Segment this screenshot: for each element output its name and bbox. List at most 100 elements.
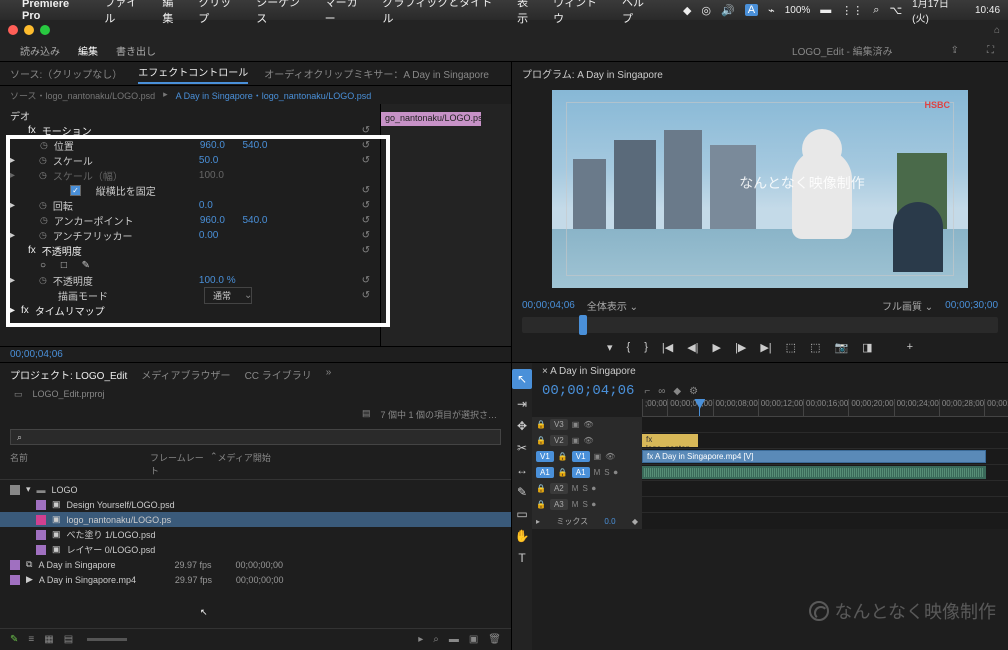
program-timecode-left[interactable]: 00;00;04;06 xyxy=(522,300,575,311)
quality-dropdown[interactable]: フル画質 ⌄ xyxy=(882,298,933,313)
position-x[interactable]: 960.0 xyxy=(200,140,225,151)
stopwatch-icon[interactable]: ◷ xyxy=(39,200,47,211)
track-toggle-icon[interactable]: ▣ xyxy=(572,436,580,445)
mask-pen-icon[interactable]: ✎ xyxy=(82,260,90,271)
step-back-icon[interactable]: ◀| xyxy=(687,341,698,354)
clip-video[interactable]: fx A Day in Singapore.mp4 [V] xyxy=(642,450,986,463)
clip-logo[interactable]: fx logo_nanton xyxy=(642,434,698,447)
tab-media-browser[interactable]: メディアブラウザー xyxy=(141,367,230,381)
opacity-value[interactable]: 100.0 % xyxy=(199,275,236,286)
app-name[interactable]: Premiere Pro xyxy=(22,0,90,22)
home-icon[interactable]: ⌂ xyxy=(994,25,1000,36)
anchor-x[interactable]: 960.0 xyxy=(200,215,225,226)
track-lock-icon[interactable]: 🔒 xyxy=(536,484,546,493)
track-v3[interactable]: V3 xyxy=(550,419,568,430)
track-select-tool-icon[interactable]: ⇥ xyxy=(517,397,527,411)
filter-icon[interactable]: ▤ xyxy=(362,408,371,421)
tab-audio-mixer[interactable]: オーディオクリップミキサー：A Day in Singapore xyxy=(264,66,489,81)
stopwatch-icon[interactable]: ◷ xyxy=(40,140,48,151)
expand-icon[interactable]: ▸ xyxy=(536,517,540,526)
input-method-icon[interactable]: A xyxy=(745,4,758,16)
solo-icon[interactable]: S xyxy=(604,468,609,477)
project-item[interactable]: レイヤー 0/LOGO.psd xyxy=(67,543,197,556)
eye-icon[interactable]: 👁 xyxy=(583,420,593,429)
menu-help[interactable]: ヘルプ xyxy=(622,0,655,26)
linked-selection-icon[interactable]: ∞ xyxy=(658,386,665,397)
uniform-scale-checkbox[interactable]: ✓ xyxy=(70,185,81,196)
clip-audio[interactable] xyxy=(642,466,986,479)
ripple-edit-tool-icon[interactable]: ✥ xyxy=(517,419,527,433)
new-item-icon[interactable]: ▣ xyxy=(469,634,478,645)
reset-icon[interactable]: ↺ xyxy=(362,140,370,151)
cloud-icon[interactable]: ◆ xyxy=(683,4,691,17)
bluetooth-icon[interactable]: ⌁ xyxy=(768,4,775,17)
source-a1[interactable]: A1 xyxy=(536,467,554,478)
trash-icon[interactable]: 🗑 xyxy=(488,634,501,645)
hand-tool-icon[interactable]: ✋ xyxy=(515,529,530,543)
add-marker-icon[interactable]: ▾ xyxy=(607,341,613,354)
mute-icon[interactable]: M xyxy=(594,468,601,477)
mask-circle-icon[interactable]: ○ xyxy=(40,260,46,271)
track-toggle-icon[interactable]: ▣ xyxy=(572,420,580,429)
reset-icon[interactable]: ↺ xyxy=(362,275,370,286)
track-a1[interactable]: A1 xyxy=(572,467,590,478)
find-icon[interactable]: ⌕ xyxy=(433,634,439,645)
program-scrubber[interactable] xyxy=(522,317,998,333)
stopwatch-icon[interactable]: ◷ xyxy=(39,155,47,166)
col-name[interactable]: 名前 xyxy=(10,451,150,477)
anchor-y[interactable]: 540.0 xyxy=(242,215,267,226)
reset-icon[interactable]: ↺ xyxy=(362,185,370,196)
compare-icon[interactable]: ◨ xyxy=(862,341,872,354)
track-a3[interactable]: A3 xyxy=(550,499,568,510)
control-center-icon[interactable]: ⌥ xyxy=(889,4,902,17)
track-toggle-icon[interactable]: ▣ xyxy=(594,452,602,461)
eye-icon[interactable]: 👁 xyxy=(583,436,593,445)
record-icon[interactable]: ⏺ xyxy=(592,484,596,494)
freeform-view-icon[interactable]: ▤ xyxy=(64,634,73,645)
mask-rect-icon[interactable]: □ xyxy=(61,260,67,271)
stopwatch-icon[interactable]: ◷ xyxy=(39,230,47,241)
new-bin-icon[interactable]: ▬ xyxy=(449,634,459,645)
project-search-input[interactable] xyxy=(10,429,501,445)
record-icon[interactable]: ⏺ xyxy=(614,468,618,478)
share-icon[interactable]: ⇪ xyxy=(951,45,959,56)
sort-icon[interactable]: ⌃ xyxy=(210,451,218,477)
track-lock-icon[interactable]: 🔒 xyxy=(558,452,568,461)
blend-mode-dropdown[interactable]: 通常 xyxy=(204,287,252,304)
track-lock-icon[interactable]: 🔒 xyxy=(536,420,546,429)
pen-tool-icon[interactable]: ✎ xyxy=(517,485,527,499)
reset-icon[interactable]: ↺ xyxy=(362,215,370,226)
tab-project[interactable]: プロジェクト: LOGO_Edit xyxy=(10,367,127,381)
workspace-export[interactable]: 書き出し xyxy=(116,43,156,58)
eye-icon[interactable]: 👁 xyxy=(605,452,615,461)
expand-icon[interactable]: ▸ xyxy=(10,305,15,316)
play-icon[interactable]: ▶ xyxy=(713,341,721,354)
timeline-playhead[interactable] xyxy=(699,399,700,416)
timeline-ruler[interactable]: ;00;00 00;00;04;00 00;00;08;00 00;00;12;… xyxy=(642,399,1008,417)
menu-view[interactable]: 表示 xyxy=(517,0,539,26)
reset-icon[interactable]: ↺ xyxy=(362,245,370,256)
expand-icon[interactable]: ▸ xyxy=(10,230,15,241)
mark-in-icon[interactable]: { xyxy=(627,341,631,354)
reset-icon[interactable]: ↺ xyxy=(362,125,370,136)
menubar-date[interactable]: 1月17日(火) xyxy=(912,0,965,25)
track-lock-icon[interactable]: 🔒 xyxy=(558,468,568,477)
window-close-icon[interactable] xyxy=(8,25,18,35)
wifi-icon[interactable]: ⋮⋮ xyxy=(841,4,863,17)
keyframe-icon[interactable]: ◆ xyxy=(632,517,638,526)
automate-icon[interactable]: ▸ xyxy=(418,634,423,645)
opacity-effect[interactable]: 不透明度 xyxy=(42,243,182,258)
icon-view-icon[interactable]: ▦ xyxy=(44,634,53,645)
go-to-in-icon[interactable]: |◀ xyxy=(662,341,673,354)
search-icon[interactable]: ⌕ xyxy=(873,4,879,17)
volume-icon[interactable]: 🔊 xyxy=(721,4,735,17)
project-item[interactable]: Design Yourself/LOGO.psd xyxy=(67,500,197,510)
project-item[interactable]: べた塗り 1/LOGO.psd xyxy=(67,528,197,541)
motion-effect[interactable]: モーション xyxy=(42,123,182,138)
workspace-import[interactable]: 読み込み xyxy=(20,43,60,58)
mute-icon[interactable]: M xyxy=(572,500,579,509)
workspace-edit[interactable]: 編集 xyxy=(78,43,98,58)
fullscreen-icon[interactable]: ⛶ xyxy=(987,45,994,56)
menu-file[interactable]: ファイル xyxy=(104,0,148,26)
source-v1[interactable]: V1 xyxy=(536,451,554,462)
